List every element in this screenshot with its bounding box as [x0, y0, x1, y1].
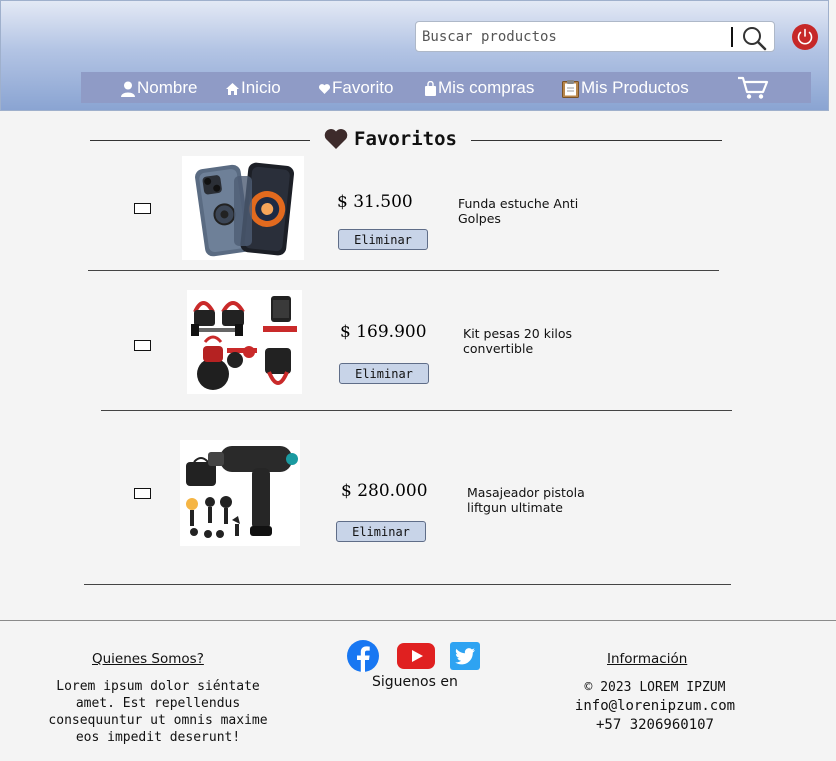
- search-bar: [415, 21, 775, 52]
- item-price: $ 31.500: [337, 192, 413, 212]
- nav-label: Mis Productos: [581, 78, 689, 97]
- power-icon[interactable]: [791, 23, 819, 51]
- item-checkbox[interactable]: [134, 488, 151, 499]
- shopping-bag-icon: [425, 81, 436, 97]
- phone-case-image[interactable]: [182, 156, 304, 260]
- copyright-text: © 2023 LOREM IPZUM: [584, 680, 726, 695]
- follow-us-label: Siguenos en: [372, 674, 458, 690]
- facebook-icon[interactable]: [347, 640, 379, 672]
- footer: Quienes Somos? Lorem ipsum dolor siéntat…: [0, 620, 836, 761]
- about-text: Lorem ipsum dolor siéntate amet. Est rep…: [48, 679, 268, 745]
- nav-item-mis-productos[interactable]: Mis Productos: [562, 76, 689, 100]
- item-name[interactable]: Funda estuche Anti Golpes: [458, 196, 598, 226]
- nav-label: Nombre: [137, 78, 198, 97]
- title-rule-right: [471, 140, 722, 141]
- search-icon[interactable]: [741, 25, 767, 51]
- contact-phone: +57 3206960107: [595, 717, 714, 733]
- item-divider: [84, 584, 731, 585]
- item-price: $ 280.000: [341, 481, 428, 501]
- favorites-header: Favoritos: [90, 126, 722, 154]
- item-name[interactable]: Kit pesas 20 kilos convertible: [463, 326, 603, 356]
- item-divider: [88, 270, 719, 271]
- header: Nombre Inicio Favorito Mis compras M: [0, 0, 829, 111]
- title-rule-left: [90, 140, 310, 141]
- search-separator: [731, 27, 733, 47]
- nav-item-nombre[interactable]: Nombre: [121, 76, 197, 100]
- nav-label: Mis compras: [438, 78, 535, 97]
- item-checkbox[interactable]: [134, 340, 151, 351]
- contact-email[interactable]: info@lorenipzum.com: [540, 698, 770, 715]
- remove-button[interactable]: Eliminar: [339, 363, 429, 384]
- nav-item-favorito[interactable]: Favorito: [319, 76, 393, 100]
- home-icon: [226, 82, 239, 95]
- favorites-title: Favoritos: [354, 128, 457, 150]
- cart-icon[interactable]: [737, 75, 769, 100]
- youtube-icon[interactable]: [397, 643, 435, 669]
- item-divider: [101, 410, 732, 411]
- search-input[interactable]: [422, 26, 727, 48]
- user-icon: [121, 81, 135, 97]
- massage-gun-image[interactable]: [180, 440, 300, 546]
- nav-label: Inicio: [241, 78, 281, 97]
- item-name[interactable]: Masajeador pistola liftgun ultimate: [467, 485, 607, 515]
- info-link[interactable]: Información: [607, 651, 687, 667]
- main-nav: Nombre Inicio Favorito Mis compras Mis P…: [81, 72, 811, 103]
- item-price: $ 169.900: [340, 322, 427, 342]
- nav-item-inicio[interactable]: Inicio: [226, 76, 281, 100]
- nav-item-mis-compras[interactable]: Mis compras: [425, 76, 534, 100]
- about-link[interactable]: Quienes Somos?: [92, 651, 204, 667]
- nav-label: Favorito: [332, 78, 394, 97]
- heart-icon: [324, 129, 348, 149]
- remove-button[interactable]: Eliminar: [338, 229, 428, 250]
- remove-button[interactable]: Eliminar: [336, 521, 426, 542]
- kettlebell-dumbbell-kit-image[interactable]: [187, 290, 302, 394]
- item-checkbox[interactable]: [134, 203, 151, 214]
- clipboard-icon: [562, 79, 579, 98]
- heart-icon: [319, 83, 330, 94]
- twitter-icon[interactable]: [450, 642, 480, 670]
